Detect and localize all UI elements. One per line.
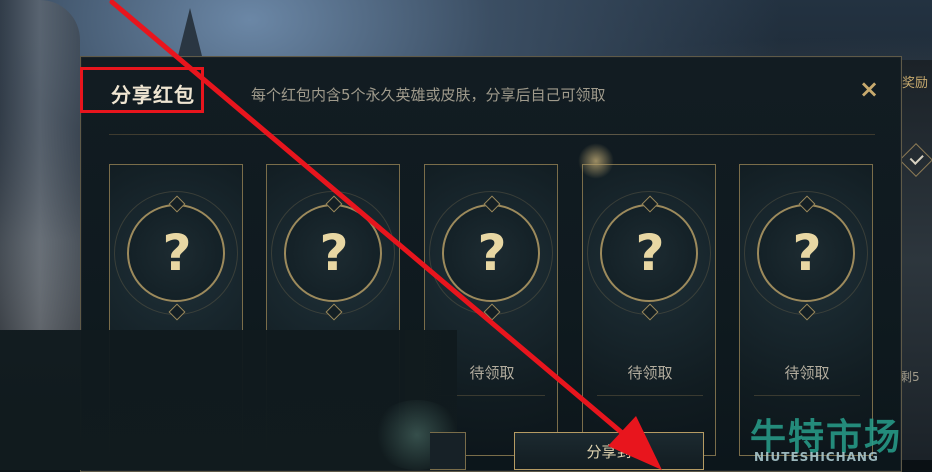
right-side-panel: 奖励 剩5	[898, 60, 932, 460]
card-divider	[754, 395, 860, 396]
close-icon[interactable]: ×	[857, 77, 881, 101]
question-mark-icon: ?	[319, 224, 349, 282]
card-status: 待领取	[627, 364, 673, 382]
title-highlight-box	[80, 67, 204, 113]
right-panel-label: 奖励	[902, 76, 929, 91]
red-packet-card-4[interactable]: ? 待领取	[582, 164, 716, 456]
question-mark-icon: ?	[477, 224, 507, 282]
secondary-button[interactable]	[430, 432, 466, 470]
title-divider	[109, 134, 875, 135]
question-mark-icon: ?	[635, 224, 665, 282]
light-glow	[578, 143, 614, 179]
card-divider	[597, 395, 703, 396]
watermark-subtitle: NIUTESHICHANG	[754, 450, 879, 464]
dialog-subtitle: 每个红包内含5个永久英雄或皮肤，分享后自己可领取	[251, 86, 606, 104]
share-to-button[interactable]: 分享到	[514, 432, 704, 470]
question-mark-icon: ?	[792, 224, 822, 282]
right-panel-bottom-label: 剩5	[900, 370, 920, 384]
question-mark-icon: ?	[162, 224, 192, 282]
card-status: 待领取	[784, 364, 830, 382]
background-statue	[0, 0, 80, 330]
check-icon	[899, 143, 932, 177]
